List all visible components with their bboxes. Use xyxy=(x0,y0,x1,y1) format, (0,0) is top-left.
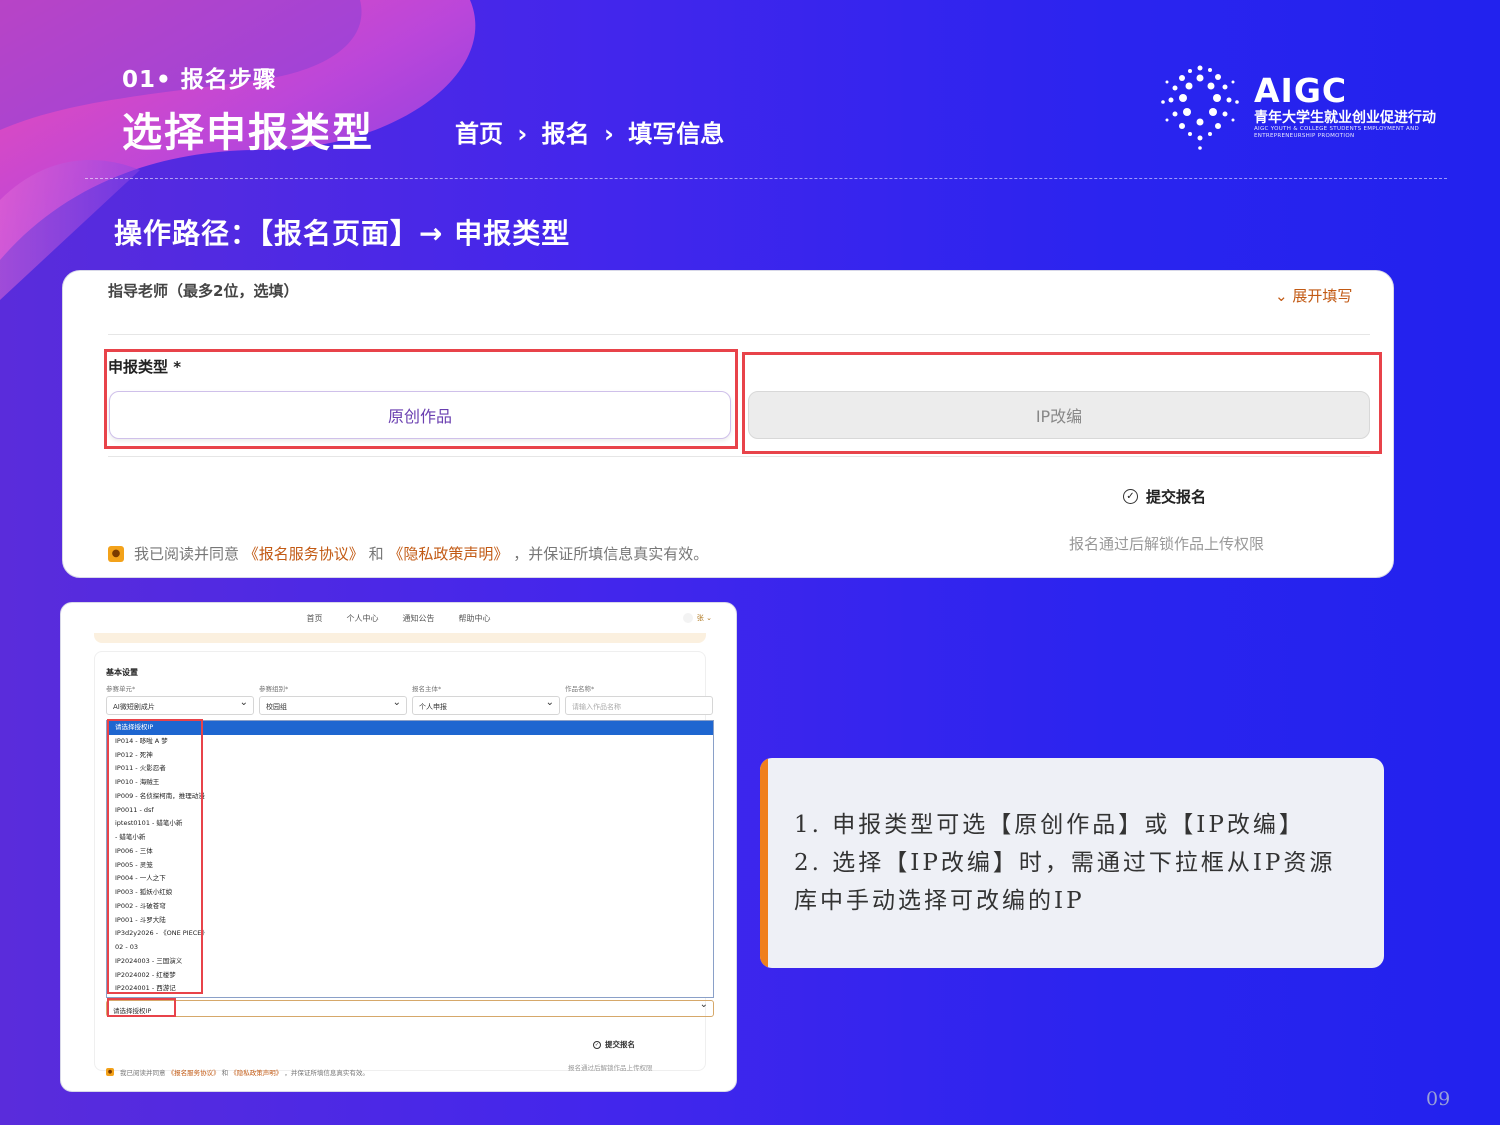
breadcrumb-fill-info: 填写信息 xyxy=(628,120,725,148)
nav-profile[interactable]: 个人中心 xyxy=(347,613,379,624)
breadcrumb-separator: › xyxy=(603,120,614,148)
unit-select[interactable]: AI微短剧成片 xyxy=(106,696,254,715)
page-number: 09 xyxy=(1426,1088,1451,1110)
agree-prefix: 我已阅读并同意 xyxy=(134,545,240,563)
nav-home[interactable]: 首页 xyxy=(307,613,323,624)
submit-hint: 报名通过后解锁作品上传权限 xyxy=(1069,535,1265,553)
group-label: 参赛组别* xyxy=(259,685,289,693)
privacy-policy-link[interactable]: 《隐私政策声明》 xyxy=(230,1069,282,1077)
submit-label: 提交报名 xyxy=(605,1040,635,1049)
breadcrumb-separator: › xyxy=(517,120,528,148)
highlight-box-ip xyxy=(742,352,1382,454)
service-agreement-link[interactable]: 《报名服务协议》 xyxy=(244,545,364,563)
user-menu[interactable]: 张 ⌄ xyxy=(682,613,712,623)
submit-signup-button[interactable]: ✓ 提交报名 xyxy=(593,1039,635,1050)
header-divider xyxy=(85,178,1447,179)
logo-name: AIGC xyxy=(1254,71,1348,110)
step-label: 01• 报名步骤 xyxy=(122,67,277,93)
notice-band xyxy=(94,633,706,643)
basic-settings-heading: 基本设置 xyxy=(106,668,138,677)
nav-help[interactable]: 帮助中心 xyxy=(459,613,491,624)
ip-select[interactable]: 请选择授权IP xyxy=(106,999,714,1017)
note-line-2: 2. 选择【IP改编】时，需通过下拉框从IP资源库中手动选择可改编的IP xyxy=(794,850,1336,914)
expand-button[interactable]: ⌄ 展开填写 xyxy=(1275,285,1352,306)
teacher-label: 指导老师（最多2位，选填） xyxy=(108,282,299,300)
logo-en: AIGC YOUTH & COLLEGE STUDENTS EMPLOYMENT… xyxy=(1254,126,1420,139)
agree-suffix: ，并保证所填信息真实有效。 xyxy=(513,545,709,563)
highlight-box-dropdown xyxy=(107,719,203,994)
agreement-row: ● 我已阅读并同意 《报名服务协议》 和 《隐私政策声明》 ，并保证所填信息真实… xyxy=(106,1067,369,1077)
page-title: 选择申报类型 xyxy=(122,110,374,156)
unit-label: 参赛单元* xyxy=(106,685,136,693)
agree-checkbox[interactable]: ● xyxy=(106,1068,114,1076)
user-label: 张 ⌄ xyxy=(696,614,712,622)
top-nav: 首页 个人中心 通知公告 帮助中心 xyxy=(61,613,736,624)
breadcrumb: 首页 › 报名 › 填写信息 xyxy=(455,114,730,149)
agree-prefix: 我已阅读并同意 xyxy=(120,1069,166,1077)
agreement-row: ● 我已阅读并同意 《报名服务协议》 和 《隐私政策声明》 ，并保证所填信息真实… xyxy=(108,543,708,564)
submit-hint: 报名通过后解锁作品上传权限 xyxy=(568,1064,653,1072)
work-name-label: 作品名称* xyxy=(565,685,595,693)
group-select[interactable]: 校园组 xyxy=(259,696,407,715)
check-circle-icon: ✓ xyxy=(1123,489,1138,504)
logo-text: AIGC 青年大学生就业创业促进行动 AIGC YOUTH & COLLEGE … xyxy=(1254,72,1444,140)
highlight-box-select xyxy=(107,998,176,1017)
nav-notices[interactable]: 通知公告 xyxy=(403,613,435,624)
highlight-box-original xyxy=(104,349,738,449)
divider xyxy=(108,456,1370,457)
work-name-input[interactable]: 请输入作品名称 xyxy=(565,696,713,715)
logo-cn: 青年大学生就业创业促进行动 xyxy=(1254,110,1436,126)
privacy-policy-link[interactable]: 《隐私政策声明》 xyxy=(388,545,508,563)
breadcrumb-signup: 报名 xyxy=(541,120,590,148)
agree-mid: 和 xyxy=(221,1069,229,1077)
avatar xyxy=(682,613,693,623)
entity-select[interactable]: 个人申报 xyxy=(412,696,560,715)
breadcrumb-home: 首页 xyxy=(455,120,503,148)
service-agreement-link[interactable]: 《报名服务协议》 xyxy=(168,1069,220,1077)
agree-suffix: ，并保证所填信息真实有效。 xyxy=(284,1069,369,1077)
note-line-1: 1. 申报类型可选【原创作品】或【IP改编】 xyxy=(794,812,1305,838)
agree-mid: 和 xyxy=(368,545,384,563)
note-accent-bar xyxy=(760,758,768,968)
divider xyxy=(108,334,1370,335)
check-circle-icon: ✓ xyxy=(593,1040,601,1049)
operation-path: 操作路径：【报名页面】→ 申报类型 xyxy=(114,217,571,250)
note-text: 1. 申报类型可选【原创作品】或【IP改编】 2. 选择【IP改编】时，需通过下… xyxy=(794,806,1359,920)
entity-label: 报名主体* xyxy=(412,685,442,693)
submit-signup-button[interactable]: ✓ 提交报名 xyxy=(1123,486,1206,507)
note-box: 1. 申报类型可选【原创作品】或【IP改编】 2. 选择【IP改编】时，需通过下… xyxy=(760,758,1384,968)
submit-label: 提交报名 xyxy=(1146,488,1207,506)
agree-checkbox[interactable]: ● xyxy=(108,545,124,562)
